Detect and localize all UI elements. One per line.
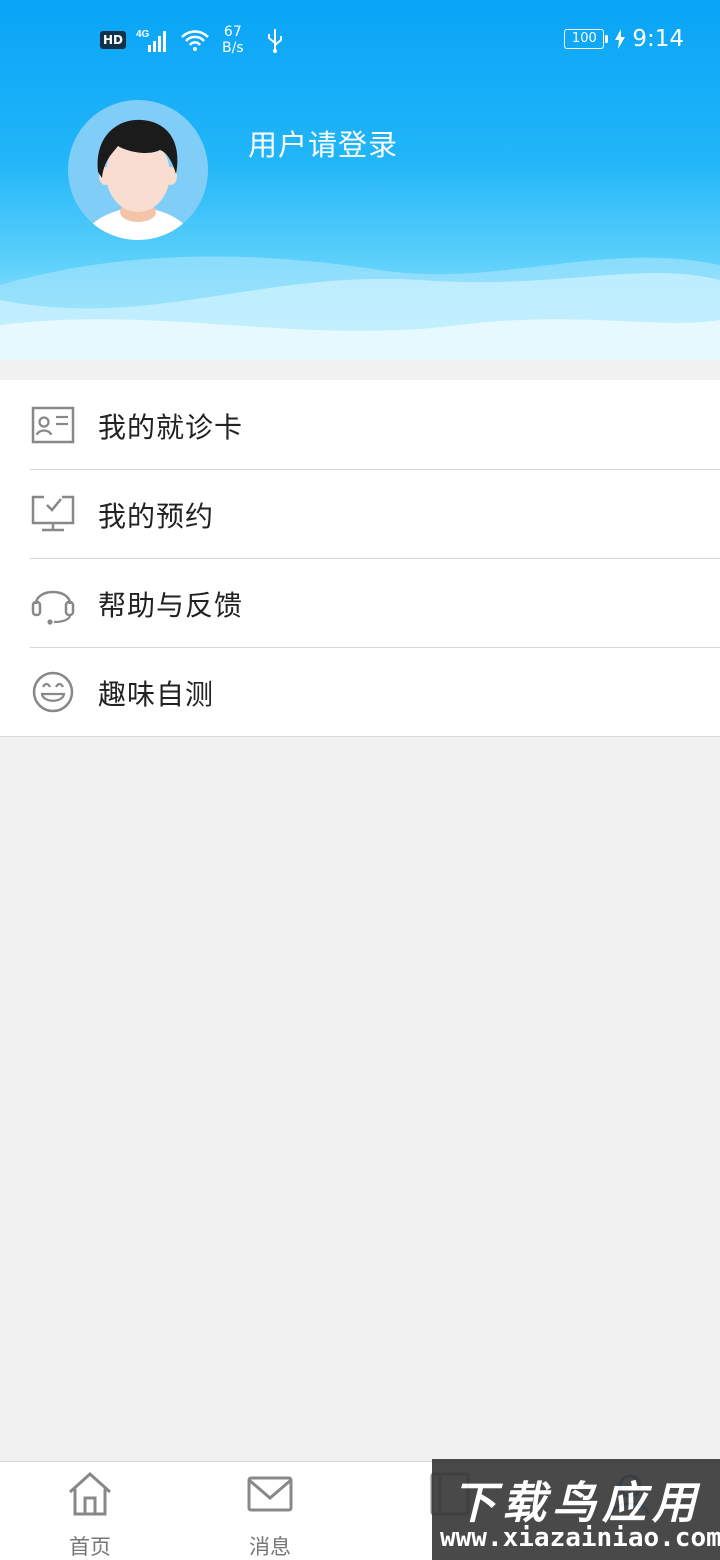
menu-item-help-feedback[interactable]: 帮助与反馈 — [0, 558, 720, 647]
svg-text:4G: 4G — [136, 29, 150, 40]
wave-decoration — [0, 256, 720, 360]
tab-label: 首页 — [69, 1535, 111, 1559]
network-speed: 67 B/s — [222, 24, 244, 56]
tab-label: 消息 — [249, 1535, 291, 1559]
menu-item-label: 帮助与反馈 — [98, 589, 244, 622]
menu-item-appointments[interactable]: 我的预约 — [0, 469, 720, 558]
watermark-overlay: 下载鸟应用 www.xiazainiao.com — [432, 1459, 720, 1560]
usb-icon — [267, 29, 282, 53]
user-avatar-icon — [68, 100, 208, 240]
headset-icon — [31, 590, 75, 625]
tab-messages[interactable]: 消息 — [180, 1462, 360, 1560]
menu-item-label: 我的就诊卡 — [98, 411, 244, 444]
menu-item-medical-card[interactable]: 我的就诊卡 — [0, 380, 720, 469]
smiley-icon — [32, 671, 74, 713]
mail-icon — [247, 1476, 293, 1512]
profile-header: HD 4G 67 B/s 100 9:14 用户请登录 — [0, 0, 720, 360]
menu-item-label: 我的预约 — [98, 500, 215, 533]
status-bar: HD 4G 67 B/s 100 9:14 — [0, 0, 720, 84]
tab-home[interactable]: 首页 — [0, 1462, 180, 1560]
menu-item-label: 趣味自测 — [98, 678, 215, 711]
avatar[interactable] — [68, 100, 208, 240]
clock: 9:14 — [632, 26, 684, 52]
charging-icon — [615, 29, 626, 49]
wifi-icon — [181, 30, 209, 51]
monitor-check-icon — [31, 495, 75, 532]
hd-badge: HD — [100, 31, 127, 49]
battery-indicator: 100 — [564, 29, 609, 49]
net-speed-unit: B/s — [222, 40, 244, 56]
cellular-signal-icon: 4G — [136, 29, 167, 52]
menu-list: 我的就诊卡 我的预约 帮助与反馈 趣味自测 — [0, 380, 720, 737]
net-speed-value: 67 — [223, 24, 242, 40]
watermark-title: 下载鸟应用 — [452, 1478, 702, 1529]
menu-item-fun-test[interactable]: 趣味自测 — [0, 647, 720, 736]
watermark-url: www.xiazainiao.com — [440, 1523, 720, 1553]
id-card-icon — [31, 406, 75, 444]
home-icon — [68, 1471, 112, 1516]
login-prompt[interactable]: 用户请登录 — [248, 122, 398, 164]
